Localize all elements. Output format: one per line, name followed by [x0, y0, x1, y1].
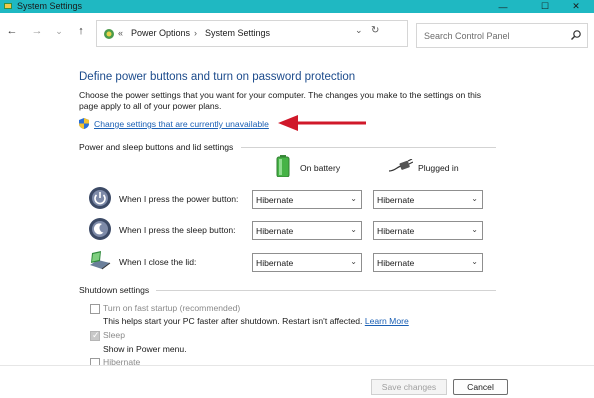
red-arrow-annotation [278, 115, 366, 131]
save-changes-button[interactable]: Save changes [371, 379, 447, 395]
footer-bar: Save changes Cancel [0, 365, 594, 398]
window-title: System Settings [17, 1, 83, 11]
uac-shield-icon [79, 118, 89, 129]
forward-button[interactable]: → [30, 24, 44, 38]
plugged-in-header: Plugged in [418, 163, 459, 173]
power-section-title: Power and sleep buttons and lid settings [79, 142, 234, 152]
power-button-label: When I press the power button: [119, 194, 239, 204]
search-box[interactable]: Search Control Panel [416, 23, 588, 48]
breadcrumb-overflow[interactable]: « [118, 28, 123, 38]
on-battery-header: On battery [300, 163, 341, 173]
chevron-down-icon: ⌄ [471, 257, 478, 266]
breadcrumb-system-settings[interactable]: System Settings [205, 28, 270, 38]
battery-icon [276, 155, 290, 177]
page-title: Define power buttons and turn on passwor… [79, 71, 356, 83]
sleep-checkbox[interactable] [90, 330, 100, 341]
plug-icon [389, 159, 413, 172]
fast-startup-note-text: This helps start your PC faster after sh… [103, 316, 363, 326]
sleep-button-icon [89, 218, 111, 240]
laptop-lid-icon [90, 251, 111, 270]
recent-locations-button[interactable]: ⌄ [52, 24, 66, 38]
power-button-battery-select[interactable]: Hibernate ⌄ [252, 190, 362, 209]
change-settings-link[interactable]: Change settings that are currently unava… [94, 119, 269, 129]
control-panel-icon [104, 29, 114, 39]
title-bar: System Settings — ☐ ✕ [0, 0, 594, 13]
page-description: Choose the power settings that you want … [79, 90, 482, 111]
select-value: Hibernate [377, 226, 415, 236]
sleep-note: Show in Power menu. [103, 344, 187, 354]
select-value: Hibernate [256, 226, 294, 236]
power-button-plugged-select[interactable]: Hibernate ⌄ [373, 190, 483, 209]
main-content: Define power buttons and turn on passwor… [0, 59, 594, 368]
sleep-label: Sleep [103, 330, 125, 340]
back-button[interactable]: ← [5, 24, 19, 38]
select-value: Hibernate [256, 195, 294, 205]
chevron-down-icon: ⌄ [350, 194, 357, 203]
breadcrumb-separator[interactable]: › [194, 28, 197, 38]
power-button-icon [89, 187, 111, 209]
fast-startup-label: Turn on fast startup (recommended) [103, 303, 241, 313]
close-lid-plugged-select[interactable]: Hibernate ⌄ [373, 253, 483, 272]
fast-startup-checkbox[interactable] [90, 304, 100, 314]
cancel-button[interactable]: Cancel [453, 379, 508, 395]
chevron-down-icon: ⌄ [350, 257, 357, 266]
minimize-button[interactable]: — [485, 0, 521, 13]
chevron-down-icon: ⌄ [471, 194, 478, 203]
close-button[interactable]: ✕ [558, 0, 594, 13]
fast-startup-note: This helps start your PC faster after sh… [103, 316, 409, 326]
control-panel-icon [4, 3, 12, 9]
section-divider [241, 147, 496, 148]
close-lid-battery-select[interactable]: Hibernate ⌄ [252, 253, 362, 272]
close-lid-label: When I close the lid: [119, 257, 197, 267]
breadcrumb-power-options[interactable]: Power Options [131, 28, 190, 38]
shutdown-section-title: Shutdown settings [79, 285, 150, 295]
chevron-down-icon: ⌄ [350, 225, 357, 234]
search-icon[interactable] [570, 29, 582, 41]
sleep-button-plugged-select[interactable]: Hibernate ⌄ [373, 221, 483, 240]
select-value: Hibernate [377, 195, 415, 205]
up-button[interactable]: ↑ [74, 24, 88, 38]
refresh-icon[interactable]: ↻ [371, 25, 379, 36]
sleep-button-label: When I press the sleep button: [119, 225, 236, 235]
chevron-down-icon: ⌄ [471, 225, 478, 234]
address-dropdown-icon[interactable]: ⌄ [355, 25, 363, 36]
address-bar[interactable]: « Power Options › System Settings ⌄ ↻ [96, 20, 408, 47]
section-divider [156, 290, 496, 291]
select-value: Hibernate [256, 258, 294, 268]
learn-more-link[interactable]: Learn More [365, 316, 409, 326]
select-value: Hibernate [377, 258, 415, 268]
sleep-button-battery-select[interactable]: Hibernate ⌄ [252, 221, 362, 240]
search-input[interactable]: Search Control Panel [424, 31, 510, 41]
